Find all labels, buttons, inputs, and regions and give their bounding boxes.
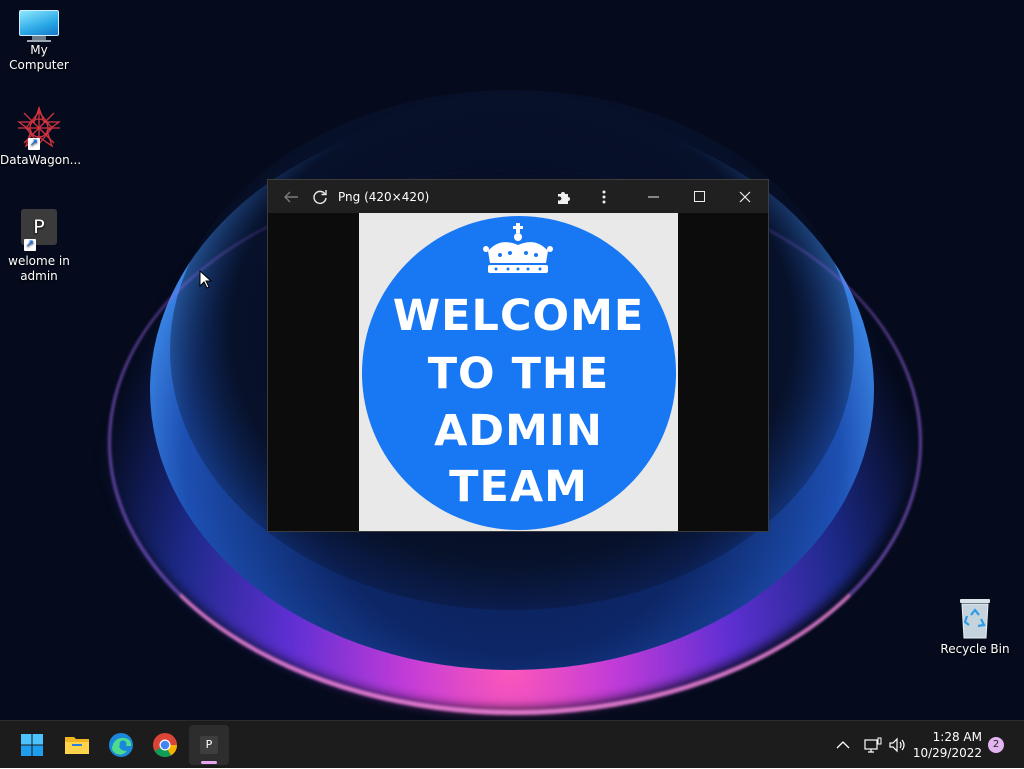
desktop: My Computer ↗ DataWagon... P ↗ welome in… (0, 0, 1024, 720)
desktop-icon-label: welome in admin (8, 254, 70, 283)
notification-badge[interactable]: 2 (988, 737, 1004, 753)
clock-button[interactable]: 1:28 AM 10/29/2022 (912, 729, 982, 761)
more-options-button[interactable] (592, 185, 616, 209)
mouse-cursor-icon (199, 270, 212, 289)
chrome-icon (153, 733, 177, 758)
puzzle-piece-icon (558, 191, 570, 204)
clock-date: 10/29/2022 (912, 746, 982, 760)
edge-button[interactable] (101, 725, 141, 765)
minimize-icon (647, 196, 659, 197)
volume-button[interactable] (889, 721, 907, 769)
image-viewport: WELCOME TO THE ADMIN TEAM (268, 213, 768, 531)
computer-icon (19, 10, 59, 42)
windows-logo-icon (21, 734, 43, 756)
folder-icon (65, 737, 89, 754)
network-icon (864, 737, 882, 753)
shortcut-arrow-icon: ↗ (24, 239, 36, 251)
desktop-icon-label: My Computer (9, 43, 69, 72)
desktop-icon-label: Recycle Bin (940, 642, 1010, 656)
active-app-indicator (201, 761, 217, 764)
p-app-button[interactable]: P (189, 725, 229, 765)
reload-button[interactable] (308, 185, 332, 209)
clock-time: 1:28 AM (932, 730, 982, 744)
edge-icon (109, 733, 133, 757)
close-button[interactable] (722, 180, 768, 213)
close-icon (739, 191, 751, 202)
taskbar: P 1:28 AM 10/29/2022 2 (0, 720, 1024, 768)
chevron-up-icon (836, 741, 850, 749)
shortcut-arrow-icon: ↗ (28, 138, 40, 150)
network-button[interactable] (864, 721, 882, 769)
datawagon-icon: ↗ (16, 106, 62, 150)
window-title: Png (420×420) (338, 189, 430, 204)
start-button[interactable] (12, 725, 52, 765)
desktop-icon-recycle-bin[interactable]: Recycle Bin (936, 597, 1014, 657)
desktop-icon-welome-in-admin[interactable]: P ↗ welome in admin (0, 209, 78, 284)
file-explorer-button[interactable] (57, 725, 97, 765)
desktop-icon-my-computer[interactable]: My Computer (0, 10, 78, 73)
poster-text-line: ADMIN (434, 406, 603, 456)
desktop-icon-datawagon[interactable]: ↗ DataWagon... (0, 106, 82, 168)
more-vertical-icon (602, 190, 606, 203)
arrow-left-icon (284, 191, 298, 202)
chrome-button[interactable] (145, 725, 185, 765)
poster-text-line: TEAM (449, 462, 588, 512)
image-viewer-window[interactable]: Png (420×420) WELCOME TO THE ADMIN TEAM (267, 179, 769, 532)
poster-text-line: WELCOME (392, 291, 645, 341)
displayed-image: WELCOME TO THE ADMIN TEAM (359, 213, 678, 531)
extensions-button[interactable] (552, 185, 576, 209)
desktop-icon-label: DataWagon... (0, 153, 82, 167)
p-app-icon: P (200, 736, 218, 754)
show-hidden-icons-button[interactable] (836, 721, 850, 769)
maximize-icon (693, 191, 705, 202)
crown-icon (483, 223, 553, 273)
title-bar[interactable]: Png (420×420) (268, 180, 768, 213)
speaker-icon (889, 737, 905, 753)
refresh-icon (313, 189, 327, 204)
recycle-bin-icon (958, 597, 992, 639)
poster-text-line: TO THE (427, 349, 610, 399)
back-button[interactable] (279, 185, 303, 209)
minimize-button[interactable] (630, 180, 676, 213)
maximize-button[interactable] (676, 180, 722, 213)
